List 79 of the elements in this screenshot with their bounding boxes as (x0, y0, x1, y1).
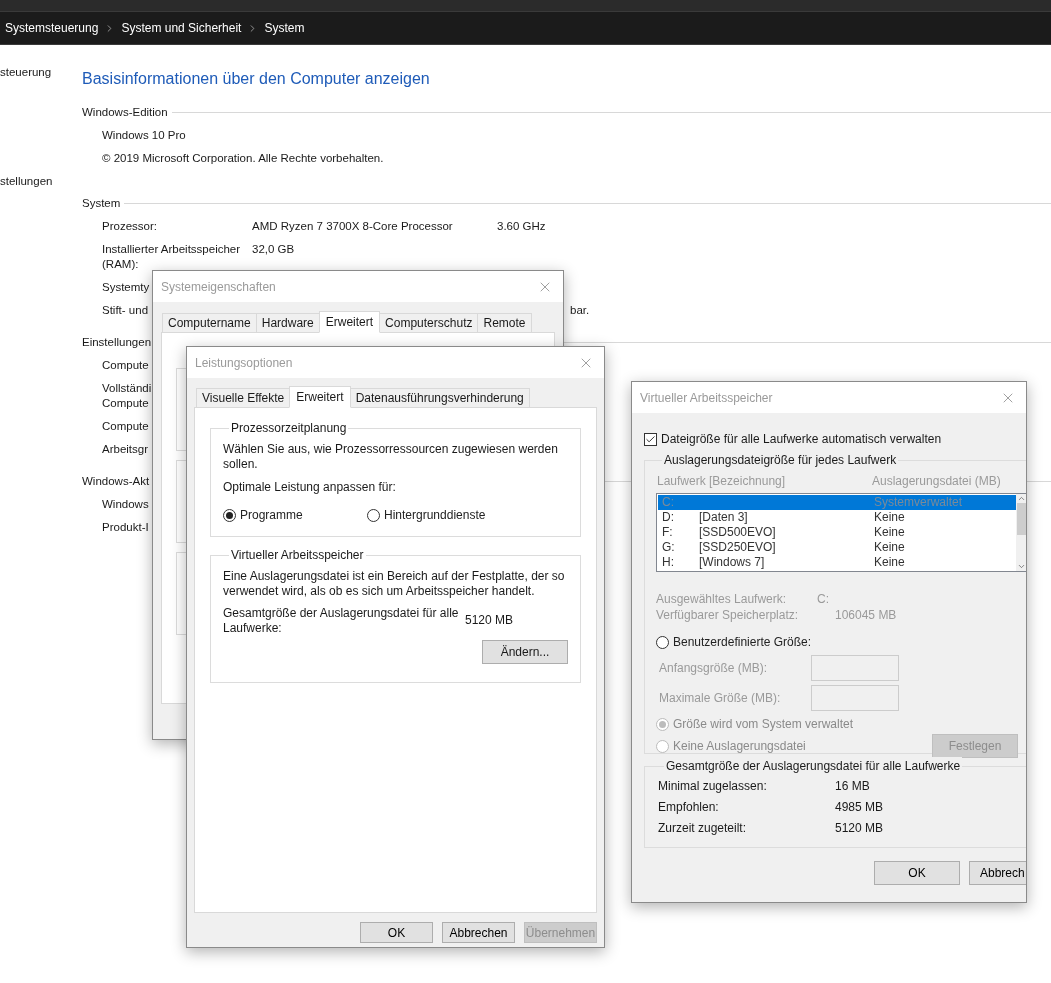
info-label: Empfohlen: (658, 798, 720, 816)
section-heading: Windows-Akt (82, 473, 150, 489)
radio-label: Programme (240, 507, 303, 524)
scroll-up-icon[interactable] (1016, 494, 1026, 503)
window-title: Systemeigenschaften (161, 278, 276, 296)
group-title: Gesamtgröße der Auslagerungsdatei für alle Laufwerke (664, 757, 963, 775)
checkbox[interactable] (644, 432, 657, 446)
tab[interactable]: Computername (162, 313, 257, 332)
column-header: Auslagerungsdatei (MB) (872, 473, 1001, 490)
field-label: Anfangsgröße (MB): (659, 660, 769, 677)
info-label: Compute (102, 358, 149, 373)
info-label: Windows 10 Pro (102, 128, 186, 143)
drive-row[interactable]: H: [Windows 7] Keine (658, 555, 1016, 570)
info-label: Installierter Arbeitsspeicher (RAM): (102, 242, 242, 272)
description-text: Wählen Sie aus, wie Prozessorressourcen zugewiesen werden sollen. (223, 442, 559, 472)
info-value: 32,0 GB (252, 242, 295, 257)
checkbox-label: Dateigröße für alle Laufwerke automatisch verwalten (661, 431, 942, 448)
page-title: Basisinformationen über den Computer anzeigen (82, 69, 431, 89)
window-title: Leistungsoptionen (195, 354, 293, 372)
tab[interactable]: Datenausführungsverhinderung (349, 388, 530, 407)
dialog-button[interactable]: OK (360, 922, 433, 943)
drive-row[interactable]: D: [Daten 3] Keine (658, 510, 1016, 525)
info-label: Vollständi Compute (102, 381, 152, 411)
total-value: 5120 MB (465, 612, 514, 629)
scroll-thumb[interactable] (1016, 503, 1026, 535)
total-label: Gesamtgröße der Auslagerungsdatei für alle Laufwerke: (223, 606, 460, 636)
radio-label: Größe wird vom System verwaltet (673, 716, 854, 733)
info-value: AMD Ryzen 7 3700X 8-Core Processor (252, 219, 453, 234)
breadcrumb-item[interactable]: System (264, 19, 305, 37)
radio-button[interactable] (656, 635, 669, 649)
sidebar-link[interactable]: stellungen (0, 173, 53, 191)
description-text: Eine Auslagerungsdatei ist ein Bereich auf der Festplatte, der so verwendet wird, als ob es sich um Arbeitsspeicher handelt. (223, 569, 566, 599)
info-label: Windows (102, 497, 149, 512)
info-value: 4985 MB (835, 798, 884, 816)
radio-button[interactable] (223, 508, 236, 522)
scrollbar[interactable] (1016, 494, 1026, 571)
radio-label: Keine Auslagerungsdatei (673, 738, 806, 755)
section-heading: System (82, 195, 121, 211)
info-value: 5120 MB (835, 819, 884, 837)
dialog-button[interactable]: Abbrech (969, 861, 1026, 885)
info-value: 16 MB (835, 777, 870, 795)
info-label: Prozessor: (102, 219, 158, 234)
tab[interactable]: Visuelle Effekte (196, 388, 291, 407)
change-button[interactable]: Ändern... (482, 640, 568, 664)
info-value: C: (817, 591, 829, 607)
radio-label: Hintergrunddienste (384, 507, 486, 524)
drive-row[interactable]: G: [SSD250EVO] Keine (658, 540, 1016, 555)
breadcrumb-item[interactable]: Systemsteuerung (5, 19, 99, 37)
field-label: Maximale Größe (MB): (659, 690, 782, 707)
info-label: Systemty (102, 280, 150, 295)
column-header: Laufwerk [Bezeichnung] (657, 473, 787, 490)
section-heading: Windows-Edition (82, 104, 168, 120)
info-label: © 2019 Microsoft Corporation. Alle Rechte vorbehalten. (102, 151, 384, 166)
info-label: Arbeitsgr (102, 442, 149, 457)
info-label: Produkt-I (102, 520, 149, 535)
scroll-down-icon[interactable] (1016, 562, 1026, 571)
radio-button[interactable] (367, 508, 380, 522)
info-label: Ausgewähltes Laufwerk: (656, 591, 788, 607)
breadcrumb-item[interactable]: System und Sicherheit (121, 19, 242, 37)
dialog-button[interactable]: OK (874, 861, 960, 885)
section-heading: Einstellungen (82, 334, 152, 350)
info-label: Compute (102, 419, 149, 434)
tab[interactable]: Erweitert (318, 311, 381, 333)
tab[interactable]: Computerschutz (379, 313, 479, 332)
tab[interactable]: Remote (477, 313, 532, 332)
tab[interactable]: Erweitert (289, 386, 351, 408)
info-label: Zurzeit zugeteilt: (658, 819, 748, 837)
info-value: 106045 MB (835, 607, 897, 623)
info-label: Verfügbarer Speicherplatz: (656, 607, 800, 623)
window-title: Virtueller Arbeitsspeicher (640, 389, 773, 407)
drive-row[interactable]: F: [SSD500EVO] Keine (658, 525, 1016, 540)
info-label: Stift- und (102, 303, 149, 318)
info-value: 3.60 GHz (497, 219, 547, 234)
info-text: bar. (570, 303, 591, 318)
radio-label: Benutzerdefinierte Größe: (673, 634, 812, 651)
sidebar-link[interactable]: steuerung (0, 64, 52, 82)
dialog-button[interactable]: Abbrechen (442, 922, 515, 943)
info-label: Minimal zugelassen: (658, 777, 768, 795)
prompt-text: Optimale Leistung anpassen für: (223, 480, 397, 495)
